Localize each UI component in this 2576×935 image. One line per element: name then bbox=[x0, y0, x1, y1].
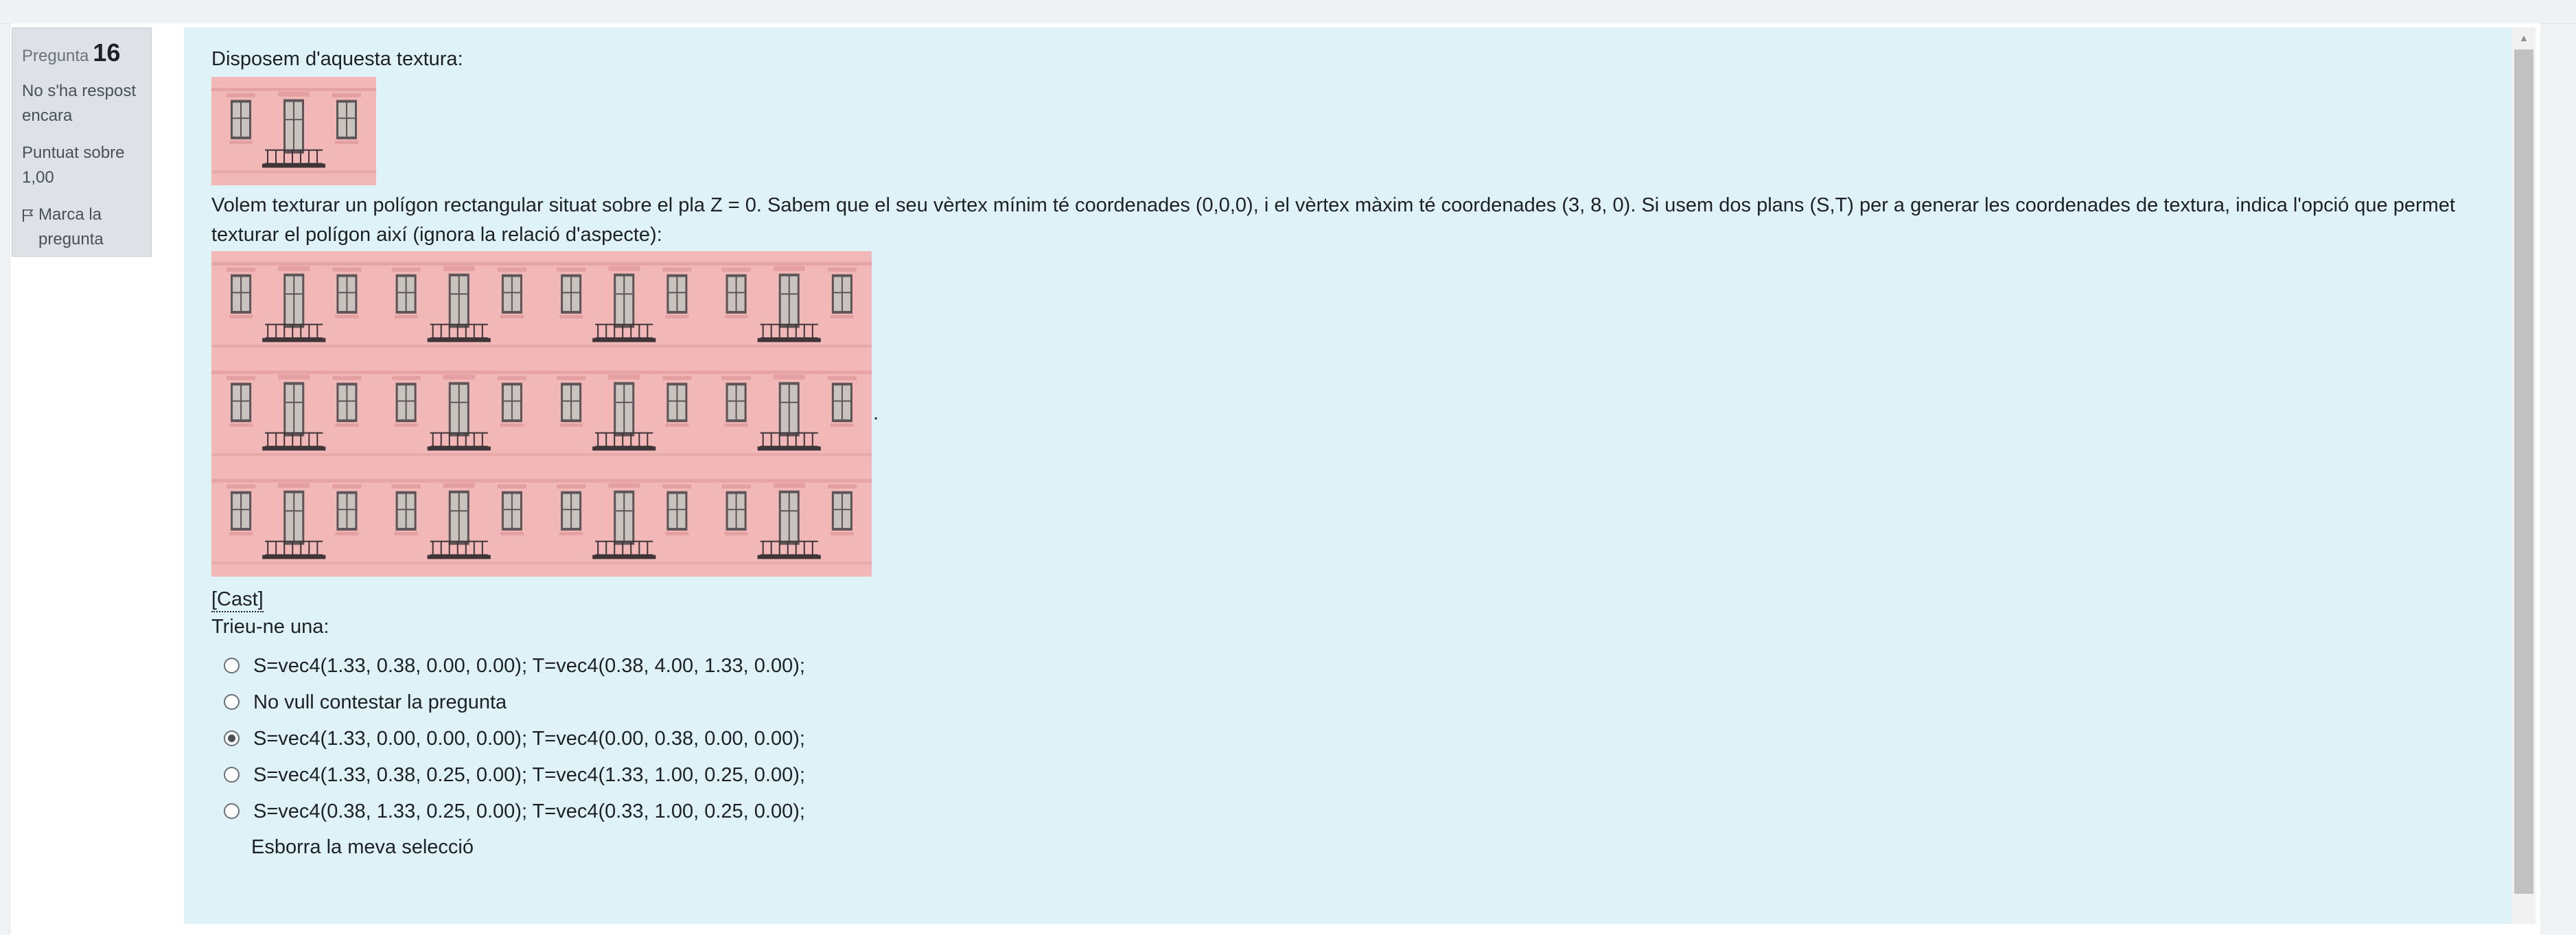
answer-label-2: No vull contestar la pregunta bbox=[253, 691, 507, 713]
answer-radio-1[interactable] bbox=[224, 658, 240, 673]
texture-image-single bbox=[211, 77, 376, 185]
question-grade-line2: 1,00 bbox=[22, 168, 54, 187]
cast-link[interactable]: [Cast] bbox=[211, 588, 264, 612]
answer-label-4: S=vec4(1.33, 0.38, 0.25, 0.00); T=vec4(1… bbox=[253, 763, 805, 786]
question-grade-line1: Puntuat sobre bbox=[22, 143, 125, 162]
question-label: Pregunta bbox=[22, 47, 89, 65]
texture-image-tiled-row: . bbox=[211, 251, 2514, 577]
question-status: No s'ha respost encara bbox=[22, 79, 141, 128]
texture-image-tiled bbox=[211, 251, 872, 577]
answer-option-2[interactable]: No vull contestar la pregunta bbox=[211, 684, 2514, 720]
answer-radio-5[interactable] bbox=[224, 803, 240, 819]
question-grade: Puntuat sobre 1,00 bbox=[22, 141, 141, 190]
answer-prompt: Trieu-ne una: bbox=[211, 616, 329, 638]
answer-label-5: S=vec4(0.38, 1.33, 0.25, 0.00); T=vec4(0… bbox=[253, 800, 805, 822]
answer-option-4[interactable]: S=vec4(1.33, 0.38, 0.25, 0.00); T=vec4(1… bbox=[211, 757, 2514, 793]
question-status-line2: encara bbox=[22, 106, 73, 125]
answer-label-3: S=vec4(1.33, 0.00, 0.00, 0.00); T=vec4(0… bbox=[253, 727, 805, 750]
flag-question-button[interactable]: Marca la pregunta bbox=[22, 203, 141, 252]
clear-selection-link[interactable]: Esborra la meva selecció bbox=[251, 833, 474, 861]
question-intro: Disposem d'aquesta textura: bbox=[211, 48, 463, 70]
trailing-dot: . bbox=[873, 402, 879, 424]
scroll-up-arrow-icon[interactable]: ▲ bbox=[2514, 29, 2533, 47]
top-band bbox=[0, 0, 2576, 24]
flag-label: Marca la pregunta bbox=[38, 203, 104, 252]
flag-icon bbox=[23, 209, 34, 222]
answer-list: S=vec4(1.33, 0.38, 0.00, 0.00); T=vec4(0… bbox=[211, 647, 2514, 829]
flag-label-line2: pregunta bbox=[38, 230, 104, 249]
question-info: Pregunta 16 No s'ha respost encara Puntu… bbox=[12, 27, 152, 257]
question-number: 16 bbox=[93, 38, 121, 67]
answer-option-3[interactable]: S=vec4(1.33, 0.00, 0.00, 0.00); T=vec4(0… bbox=[211, 720, 2514, 757]
question-content: Disposem d'aquesta textura: Volem textur… bbox=[184, 27, 2514, 924]
scrollbar-thumb[interactable] bbox=[2514, 49, 2533, 894]
answer-radio-2[interactable] bbox=[224, 694, 240, 710]
answer-radio-3[interactable] bbox=[224, 730, 240, 746]
answer-radio-4[interactable] bbox=[224, 767, 240, 783]
answer-option-5[interactable]: S=vec4(0.38, 1.33, 0.25, 0.00); T=vec4(0… bbox=[211, 793, 2514, 829]
question-text: Volem texturar un polígon rectangular si… bbox=[211, 194, 2455, 246]
flag-label-line1: Marca la bbox=[38, 205, 102, 224]
question-status-line1: No s'ha respost bbox=[22, 82, 136, 100]
answer-label-1: S=vec4(1.33, 0.38, 0.00, 0.00); T=vec4(0… bbox=[253, 654, 805, 677]
question-number-row: Pregunta 16 bbox=[22, 41, 141, 79]
answer-option-1[interactable]: S=vec4(1.33, 0.38, 0.00, 0.00); T=vec4(0… bbox=[211, 647, 2514, 684]
